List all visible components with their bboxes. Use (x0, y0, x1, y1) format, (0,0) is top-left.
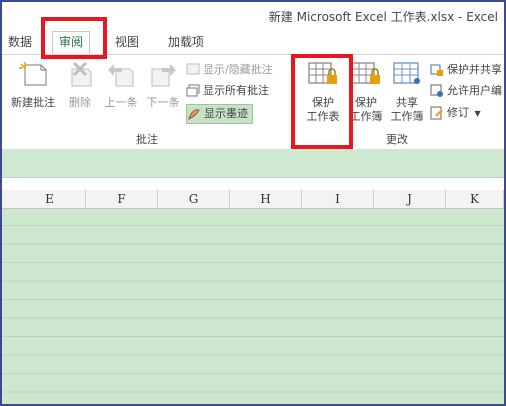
track-changes-icon (430, 106, 444, 120)
column-header-f[interactable]: F (86, 190, 158, 208)
review-tab-highlight (41, 17, 107, 59)
protect-sheet-highlight (291, 54, 353, 149)
new-comment-label: 新建批注 (11, 96, 55, 109)
track-changes-label: 修订 (447, 106, 469, 119)
delete-icon (62, 61, 98, 92)
next-comment-button[interactable]: 下一条 (143, 61, 183, 110)
new-comment-button[interactable]: 新建批注 (6, 61, 60, 110)
share-workbook-label-2: 工作簿 (390, 110, 424, 123)
column-headers: E F G H I J K (2, 190, 504, 209)
track-changes-button[interactable]: 修订 ▼ (430, 104, 481, 122)
protect-share-icon (430, 63, 444, 77)
share-workbook-icon (387, 61, 427, 92)
allow-users-label: 允许用户编 (447, 84, 502, 97)
spacer (2, 178, 504, 190)
previous-label: 上一条 (104, 96, 138, 109)
column-header-e[interactable]: E (14, 190, 86, 208)
show-hide-comment-button[interactable]: 显示/隐藏批注 (186, 61, 273, 79)
delete-comment-button[interactable]: 删除 (62, 61, 98, 110)
column-header-h[interactable]: H (230, 190, 302, 208)
comments-group-label: 批注 (136, 133, 158, 146)
delete-label: 删除 (69, 96, 91, 109)
excel-window: 新建 Microsoft Excel 工作表.xlsx - Excel 数据 审… (2, 2, 504, 404)
dropdown-arrow-icon: ▼ (474, 109, 481, 118)
show-all-comments-button[interactable]: 显示所有批注 (186, 82, 269, 100)
previous-comment-button[interactable]: 上一条 (101, 61, 141, 110)
protect-share-label: 保护并共享 (447, 63, 502, 76)
previous-icon (101, 61, 141, 92)
show-hide-label: 显示/隐藏批注 (203, 63, 273, 76)
changes-group-label: 更改 (386, 133, 408, 146)
ribbon: 新建批注 删除 上一条 下一条 显示/隐藏批注 显示所有批注 显示墨迹 批注 保… (2, 54, 504, 150)
window-title: 新建 Microsoft Excel 工作表.xlsx - Excel (268, 10, 498, 24)
show-ink-button[interactable]: 显示墨迹 (186, 104, 253, 124)
column-header-i[interactable]: I (302, 190, 374, 208)
column-header-g[interactable]: G (158, 190, 230, 208)
share-workbook-button[interactable]: 共享 工作簿 (387, 61, 427, 124)
show-all-label: 显示所有批注 (203, 84, 269, 97)
allow-users-icon (430, 84, 444, 98)
show-hide-icon (186, 63, 200, 77)
next-label: 下一条 (146, 96, 180, 109)
formula-bar[interactable] (2, 149, 504, 178)
next-icon (143, 61, 183, 92)
share-workbook-label-1: 共享 (396, 96, 418, 109)
show-all-icon (186, 84, 200, 98)
tab-data[interactable]: 数据 (8, 32, 32, 52)
column-header-k[interactable]: K (446, 190, 504, 208)
column-header-j[interactable]: J (374, 190, 446, 208)
tab-addins[interactable]: 加载项 (168, 32, 204, 52)
cell-grid[interactable] (2, 209, 504, 404)
tab-view[interactable]: 视图 (115, 32, 139, 52)
new-comment-icon (6, 61, 60, 92)
allow-users-edit-button[interactable]: 允许用户编 (430, 82, 502, 100)
protect-and-share-button[interactable]: 保护并共享 (430, 61, 502, 79)
show-ink-label: 显示墨迹 (204, 107, 248, 120)
ink-icon (187, 107, 201, 121)
